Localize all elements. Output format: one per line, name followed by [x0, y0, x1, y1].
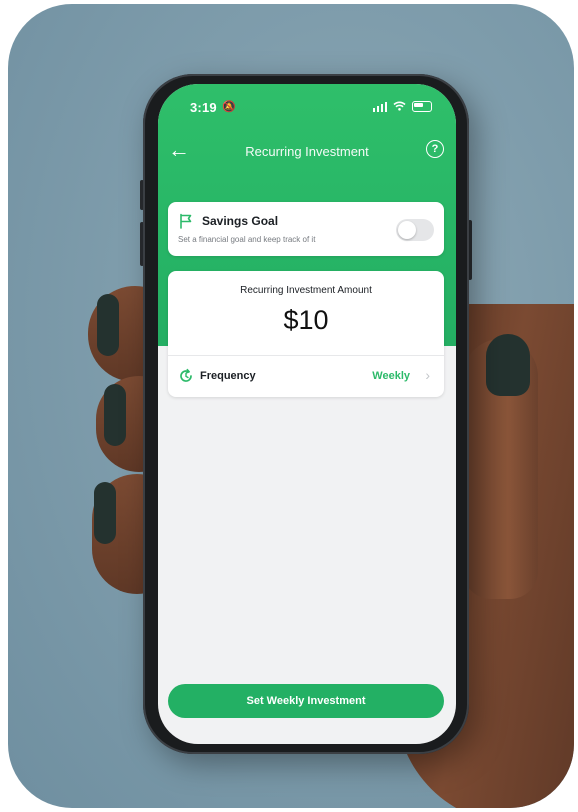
chevron-right-icon: ›: [425, 367, 430, 383]
savings-goal-toggle[interactable]: [396, 219, 434, 241]
amount-value[interactable]: $10: [168, 305, 444, 336]
help-circle-icon[interactable]: ?: [426, 140, 444, 158]
flag-icon: [180, 213, 192, 229]
set-investment-button[interactable]: Set Weekly Investment: [168, 684, 444, 718]
savings-goal-label: Savings Goal: [202, 214, 279, 228]
finger-nail-3: [94, 482, 116, 544]
status-icons: [373, 101, 432, 112]
frequency-label: Frequency: [200, 370, 256, 382]
toggle-knob: [398, 221, 416, 239]
silent-bell-icon: 🔕: [222, 101, 236, 113]
finger-nail-1: [97, 294, 119, 356]
refresh-icon: [180, 368, 192, 382]
savings-goal-description: Set a financial goal and keep track of i…: [178, 235, 316, 244]
investment-amount-card: Recurring Investment Amount $10 Frequenc…: [168, 271, 444, 397]
wifi-icon: [393, 101, 406, 112]
savings-goal-card: Savings Goal Set a financial goal and ke…: [168, 202, 444, 256]
amount-label: Recurring Investment Amount: [240, 285, 372, 296]
page-title: Recurring Investment: [245, 144, 369, 159]
signal-icon: [373, 101, 387, 112]
frequency-row[interactable]: Frequency Weekly ›: [168, 356, 444, 397]
thumb-nail: [486, 334, 530, 396]
status-time: 3:19: [190, 100, 217, 115]
battery-icon: [412, 101, 432, 112]
finger-nail-2: [104, 384, 126, 446]
frequency-value: Weekly: [372, 370, 410, 382]
phone-screen: 3:19 🔕 ← Recurring Investment ? Savings …: [158, 84, 456, 744]
navigation-bar: ← Recurring Investment ?: [158, 139, 456, 164]
status-bar: 3:19 🔕: [158, 100, 456, 118]
